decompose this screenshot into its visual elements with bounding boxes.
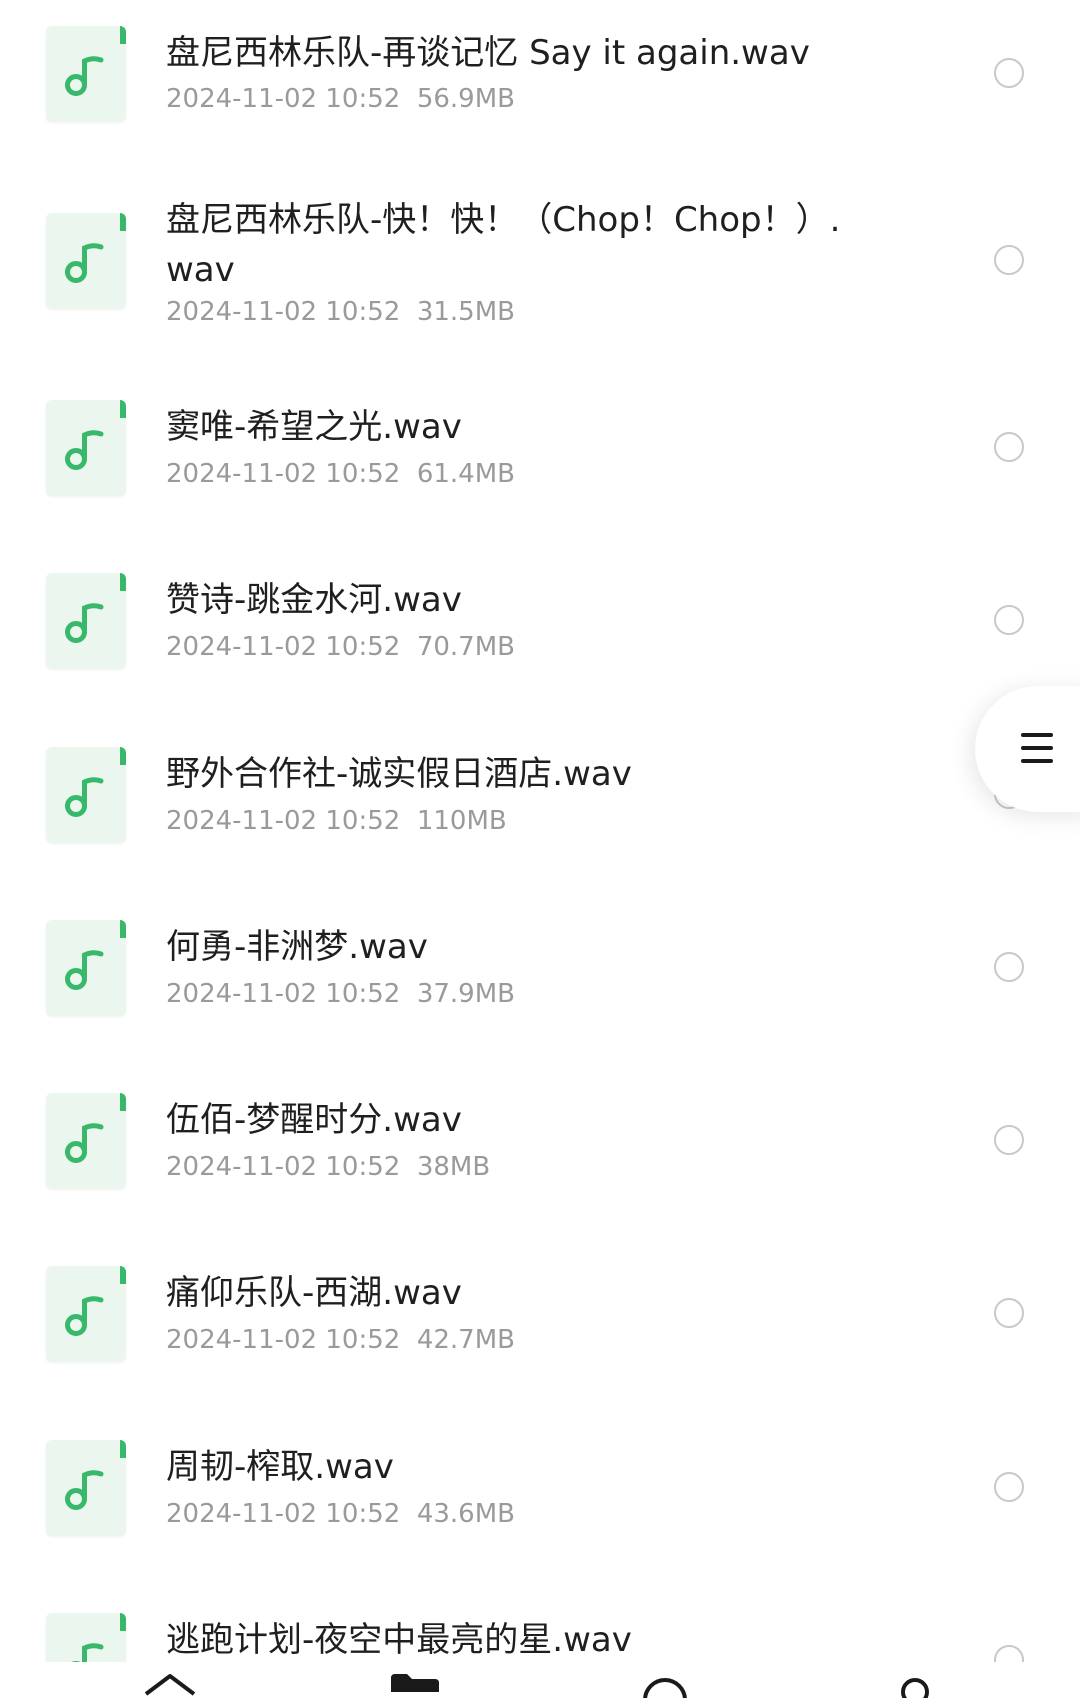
file-date: 2024-11-02 10:52: [166, 1499, 401, 1529]
music-note-icon: [65, 950, 104, 990]
music-file-thumbnail: [46, 1266, 126, 1362]
file-size: 37.9MB: [416, 979, 515, 1009]
music-file-thumbnail: [46, 400, 126, 496]
file-meta: 2024-11-02 10:52 70.7MB: [166, 630, 515, 664]
folder-icon[interactable]: [385, 1662, 445, 1698]
music-file-thumbnail: [46, 573, 126, 669]
select-radio[interactable]: [994, 432, 1024, 462]
file-meta: 2024-11-02 10:52 31.5MB: [166, 295, 515, 329]
menu-icon: [1021, 733, 1053, 772]
file-size: 38MB: [416, 1152, 491, 1182]
file-name: 盘尼西林乐队-再谈记忆 Say it again.wav: [166, 33, 810, 73]
file-name: 何勇-非洲梦.wav: [166, 927, 428, 967]
file-date: 2024-11-02 10:52: [166, 1152, 401, 1182]
home-icon[interactable]: [140, 1662, 200, 1698]
music-note-icon: [65, 1123, 104, 1163]
file-meta: 2024-11-02 10:52 37.9MB: [166, 977, 515, 1011]
file-list: 盘尼西林乐队-再谈记忆 Say it again.wav 2024-11-02 …: [0, 0, 1080, 1662]
bottom-nav: [0, 1662, 1080, 1698]
music-note-icon: [71, 1643, 104, 1662]
file-date: 2024-11-02 10:52: [166, 632, 401, 662]
music-note-icon: [65, 430, 104, 470]
file-name: 野外合作社-诚实假日酒店.wav: [166, 754, 632, 794]
file-date: 2024-11-02 10:52: [166, 806, 401, 836]
music-file-thumbnail: [46, 213, 126, 309]
select-radio[interactable]: [994, 1645, 1024, 1662]
file-date: 2024-11-02 10:52: [166, 1325, 401, 1355]
file-name: 痛仰乐队-西湖.wav: [166, 1273, 462, 1313]
music-file-thumbnail: [46, 26, 126, 122]
file-size: 110MB: [416, 806, 507, 836]
music-file-thumbnail: [46, 1613, 126, 1662]
music-note-icon: [65, 1296, 104, 1336]
select-radio[interactable]: [994, 58, 1024, 88]
file-size: 70.7MB: [416, 632, 515, 662]
music-file-thumbnail: [46, 1440, 126, 1536]
select-radio[interactable]: [994, 1472, 1024, 1502]
file-size: 61.4MB: [416, 459, 515, 489]
file-size: 31.5MB: [416, 297, 515, 327]
file-size: 42.7MB: [416, 1325, 515, 1355]
select-radio[interactable]: [994, 1298, 1024, 1328]
select-radio[interactable]: [994, 245, 1024, 275]
file-name: 逃跑计划-夜空中最亮的星.wav: [166, 1620, 632, 1660]
file-date: 2024-11-02 10:52: [166, 459, 401, 489]
music-file-thumbnail: [46, 920, 126, 1016]
file-name: 赞诗-跳金水河.wav: [166, 580, 462, 620]
file-name: 盘尼西林乐队-快！快！（Chop！Chop！）. wav: [166, 200, 841, 290]
file-meta: 2024-11-02 10:52 38MB: [166, 1150, 490, 1184]
music-note-icon: [65, 243, 104, 283]
file-meta: 2024-11-02 10:52 43.6MB: [166, 1497, 515, 1531]
music-note-icon: [65, 1470, 104, 1510]
file-date: 2024-11-02 10:52: [166, 84, 401, 114]
profile-icon[interactable]: [885, 1662, 945, 1698]
file-meta: 2024-11-02 10:52 42.7MB: [166, 1323, 515, 1357]
music-file-thumbnail: [46, 747, 126, 843]
file-size: 56.9MB: [416, 84, 515, 114]
select-radio[interactable]: [994, 1125, 1024, 1155]
file-date: 2024-11-02 10:52: [166, 979, 401, 1009]
search-icon[interactable]: [635, 1662, 695, 1698]
file-meta: 2024-11-02 10:52 110MB: [166, 804, 507, 838]
file-meta: 2024-11-02 10:52 61.4MB: [166, 457, 515, 491]
file-name: 伍佰-梦醒时分.wav: [166, 1100, 462, 1140]
music-note-icon: [65, 56, 104, 96]
select-radio[interactable]: [994, 952, 1024, 982]
file-size: 43.6MB: [416, 1499, 515, 1529]
music-file-thumbnail: [46, 1093, 126, 1189]
file-meta: 2024-11-02 10:52 56.9MB: [166, 82, 515, 116]
file-name: 周韧-榨取.wav: [166, 1447, 394, 1487]
file-date: 2024-11-02 10:52: [166, 297, 401, 327]
music-note-icon: [65, 777, 104, 817]
music-note-icon: [65, 603, 104, 643]
file-name: 窦唯-希望之光.wav: [166, 407, 462, 447]
select-radio[interactable]: [994, 605, 1024, 635]
